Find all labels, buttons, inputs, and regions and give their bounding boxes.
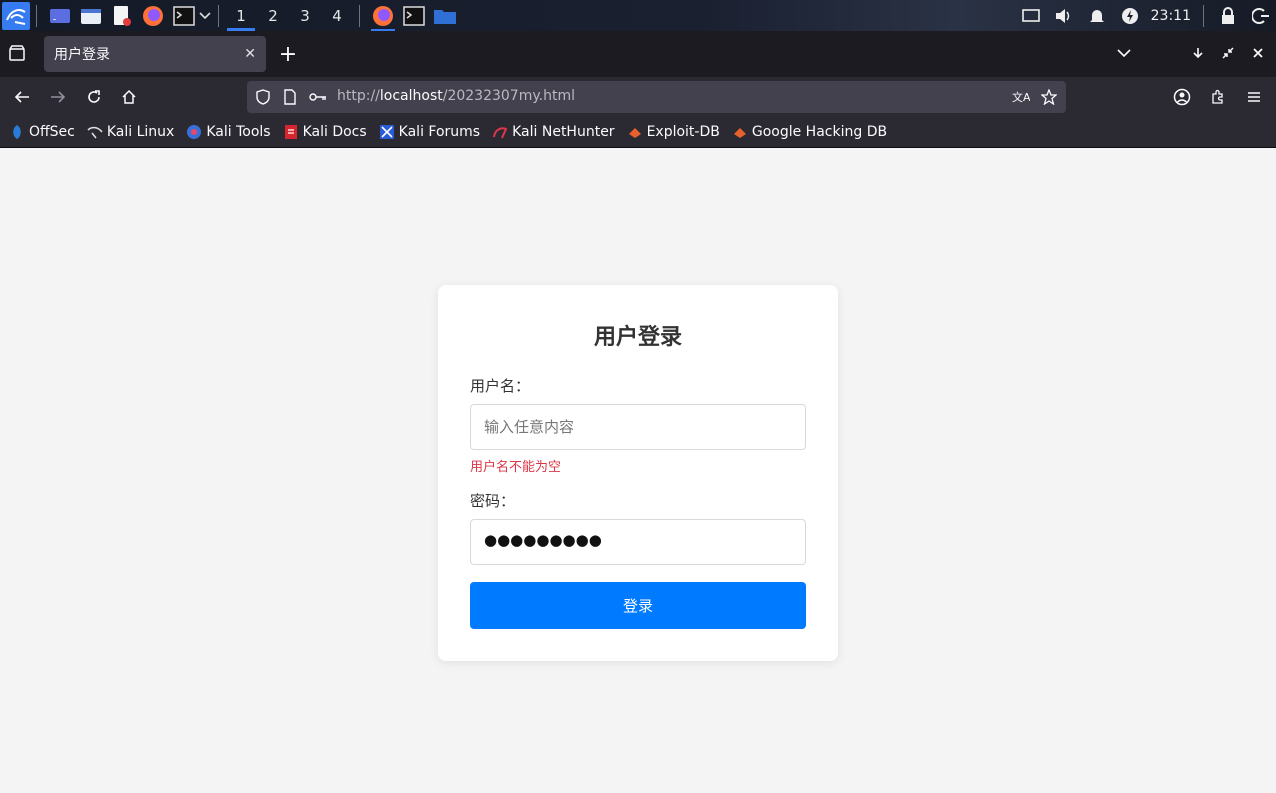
bookmark-google-hacking-db[interactable]: Google Hacking DB [732,124,887,140]
translate-icon[interactable]: 文A [1011,87,1031,107]
file-manager-icon[interactable] [77,2,105,30]
bookmark-kali-tools[interactable]: Kali Tools [186,124,271,140]
bookmark-star-icon[interactable] [1039,87,1059,107]
url-text[interactable]: http://localhost/20232307my.html [337,88,575,104]
url-path: /20232307my.html [442,88,575,104]
page-info-icon[interactable] [280,87,300,107]
username-error: 用户名不能为空 [470,460,562,475]
bookmark-label: OffSec [29,124,75,140]
bookmarks-toolbar: OffSec Kali Linux Kali Tools Kali Docs K… [0,117,1276,148]
browser-navbar: http://localhost/20232307my.html 文A [0,77,1276,117]
workspace-3[interactable]: 3 [289,0,321,31]
folder-window-icon[interactable] [431,2,459,30]
tab-login-page[interactable]: 用户登录 ✕ [44,36,266,72]
lock-icon[interactable] [1213,2,1243,30]
menu-hamburger-icon[interactable] [1241,85,1267,109]
bookmark-label: Google Hacking DB [751,124,888,140]
volume-icon[interactable] [1049,2,1079,30]
reload-icon[interactable] [81,85,107,109]
password-label: 密码： [470,492,516,510]
new-tab-button[interactable]: + [276,41,300,67]
bookmark-kali-nethunter[interactable]: Kali NetHunter [492,124,615,140]
tracking-protection-shield-icon[interactable] [253,87,273,107]
forward-icon[interactable] [45,85,71,109]
kali-tools-icon [186,124,202,140]
os-taskbar: 1 2 3 4 23:11 [0,0,1276,32]
minimize-window-icon[interactable] [1188,39,1208,67]
taskbar-separator [1203,4,1204,27]
nethunter-icon [492,124,508,140]
workspace-2[interactable]: 2 [257,0,289,31]
terminal-window-icon[interactable] [400,2,428,30]
list-all-tabs-icon[interactable] [1114,39,1134,67]
kali-forums-icon [379,124,395,140]
browser-tabstrip: 用户登录 ✕ + [0,31,1276,77]
workspace-4[interactable]: 4 [321,0,353,31]
tab-overview-icon[interactable] [8,44,28,64]
bookmark-label: Kali Tools [206,124,271,140]
chevron-down-icon[interactable] [198,2,212,30]
bookmark-offsec[interactable]: OffSec [9,124,75,140]
kali-menu-icon[interactable] [2,1,30,30]
firefox-launcher-icon[interactable] [139,2,167,30]
url-scheme: http:// [337,88,380,104]
bookmark-label: Kali Forums [398,124,481,140]
kali-docs-icon [283,124,299,140]
logout-icon[interactable] [1246,2,1276,30]
close-tab-icon[interactable]: ✕ [244,46,256,62]
ghdb-icon [732,124,748,140]
bookmark-label: Kali NetHunter [512,124,615,140]
extensions-icon[interactable] [1205,85,1231,109]
close-window-icon[interactable] [1248,39,1268,67]
display-icon[interactable] [1016,2,1046,30]
bookmark-exploit-db[interactable]: Exploit-DB [627,124,720,140]
page-content: 用户登录 用户名： 用户名不能为空 密码： ●●●●●●●●● 登录 [0,149,1276,793]
bookmark-kali-forums[interactable]: Kali Forums [379,124,480,140]
restore-window-icon[interactable] [1218,39,1238,67]
kali-dragon-icon [87,124,103,140]
tab-title: 用户登录 [54,47,110,63]
clock[interactable]: 23:11 [1145,8,1197,24]
username-label: 用户名： [470,377,531,395]
firefox-window-icon[interactable] [369,2,397,32]
bookmark-label: Kali Docs [302,124,367,140]
back-icon[interactable] [9,85,35,109]
username-field[interactable] [470,404,806,450]
system-tray: 23:11 [1013,0,1276,31]
bookmark-label: Exploit-DB [646,124,720,140]
bookmark-label: Kali Linux [106,124,175,140]
password-field[interactable] [470,519,806,565]
taskbar-separator [218,4,219,27]
home-icon[interactable] [116,85,142,109]
text-editor-icon[interactable] [108,2,136,30]
svg-text:文A: 文A [1012,90,1030,104]
taskbar-separator [359,4,360,27]
page-title: 用户登录 [593,325,682,350]
workspace-1[interactable]: 1 [225,0,257,31]
power-manager-icon[interactable] [1115,2,1145,30]
key-icon[interactable] [308,87,328,107]
login-card: 用户登录 用户名： 用户名不能为空 密码： ●●●●●●●●● 登录 [438,285,838,661]
notification-bell-icon[interactable] [1082,2,1112,30]
terminal-launcher-icon[interactable] [170,2,198,30]
bookmark-kali-linux[interactable]: Kali Linux [87,124,174,140]
taskbar-separator [36,4,37,27]
url-bar[interactable]: http://localhost/20232307my.html 文A [247,81,1066,113]
url-host: localhost [379,88,443,104]
show-desktop-icon[interactable] [46,2,74,30]
login-button[interactable]: 登录 [470,582,806,629]
exploit-db-icon [627,124,643,140]
offsec-icon [9,124,25,140]
bookmark-kali-docs[interactable]: Kali Docs [283,124,367,140]
account-icon[interactable] [1169,85,1195,109]
